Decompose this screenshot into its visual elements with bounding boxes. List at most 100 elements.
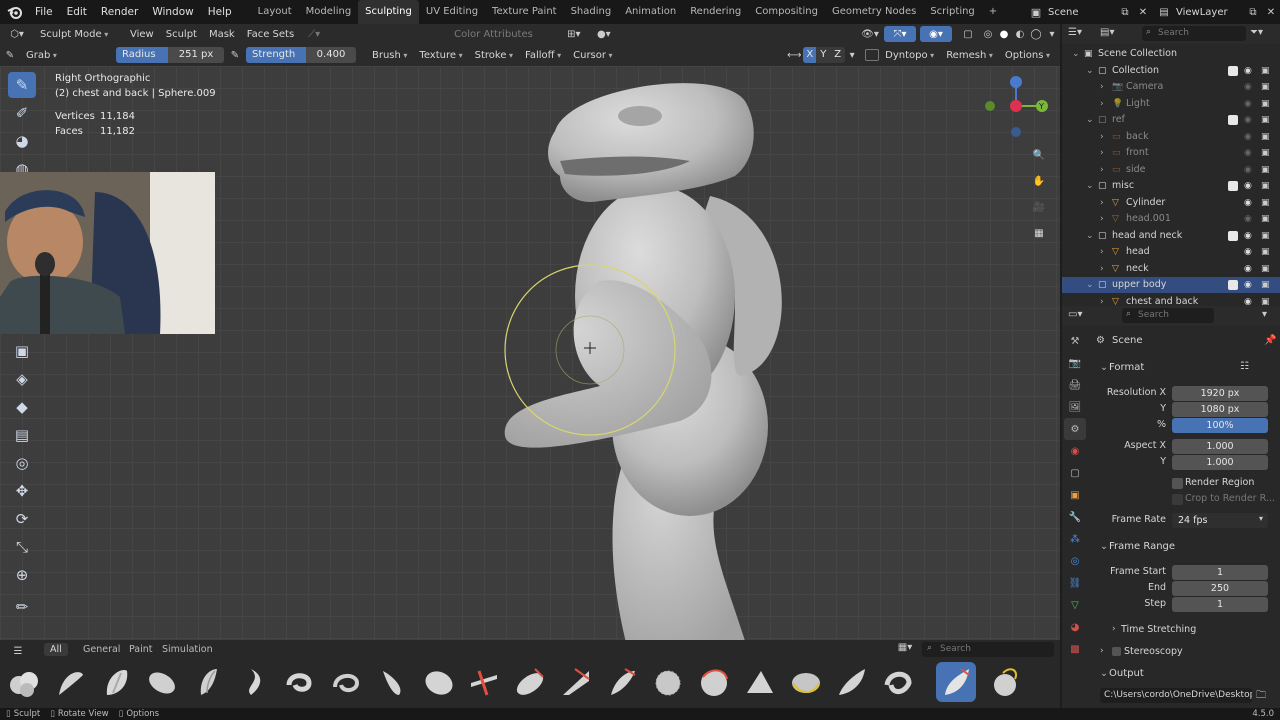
camera-view-icon[interactable]: 🎥 bbox=[1028, 196, 1050, 218]
tool-tab-icon[interactable]: ⚒ bbox=[1064, 330, 1086, 352]
xray-icon[interactable]: ▢ bbox=[956, 29, 980, 40]
render-visibility-icon[interactable]: ▣ bbox=[1261, 129, 1270, 145]
strength-label[interactable]: Strength bbox=[246, 47, 306, 63]
outliner-editor-icon[interactable]: ☰▾ bbox=[1068, 27, 1082, 38]
brush-nudge-icon[interactable] bbox=[832, 662, 872, 702]
scene-remove-icon[interactable]: ✕ bbox=[1134, 7, 1152, 18]
visibility-eye-icon[interactable]: ◉ bbox=[1244, 112, 1252, 128]
frame-end-field[interactable]: 250 bbox=[1172, 581, 1268, 596]
collection-include-checkbox[interactable] bbox=[1228, 165, 1238, 175]
frame-step-field[interactable]: 1 bbox=[1172, 597, 1268, 612]
shading-dropdown-icon[interactable]: ▾ bbox=[1044, 29, 1060, 40]
format-presets-icon[interactable]: ☷ bbox=[1240, 361, 1249, 372]
dyntopo-menu[interactable]: Dyntopo bbox=[879, 50, 940, 61]
rotate-tool-icon[interactable]: ⟳ bbox=[8, 506, 36, 532]
output-panel-header[interactable]: Output bbox=[1109, 668, 1144, 679]
tab-animation[interactable]: Animation bbox=[618, 0, 683, 24]
world-tab-icon[interactable]: ◉ bbox=[1064, 440, 1086, 462]
format-chevron-icon[interactable]: ⌄ bbox=[1100, 362, 1108, 373]
perspective-grid-icon[interactable]: ▦ bbox=[1028, 222, 1050, 244]
shelf-tab-simulation[interactable]: Simulation bbox=[162, 644, 213, 655]
expand-chevron-icon[interactable]: ⌄ bbox=[1086, 277, 1094, 293]
texture-menu[interactable]: Texture bbox=[413, 50, 468, 61]
frame-start-field[interactable]: 1 bbox=[1172, 565, 1268, 580]
scene-new-icon[interactable]: ⧉ bbox=[1116, 7, 1134, 18]
transform-tool-icon[interactable]: ⊕ bbox=[8, 562, 36, 588]
tab-modeling[interactable]: Modeling bbox=[299, 0, 359, 24]
overlays-icon[interactable]: ◉▾ bbox=[920, 26, 952, 42]
outliner-row[interactable]: ⌄ ▣ Scene Collection bbox=[1062, 46, 1280, 62]
brush-layer-icon[interactable] bbox=[694, 662, 734, 702]
visibility-eye-icon[interactable]: ◉ bbox=[1244, 228, 1252, 244]
collection-include-checkbox[interactable] bbox=[1228, 148, 1238, 158]
render-visibility-icon[interactable]: ▣ bbox=[1261, 162, 1270, 178]
brush-clay-strips-icon[interactable] bbox=[96, 662, 136, 702]
texture-tab-icon[interactable]: ▩ bbox=[1064, 638, 1086, 660]
brush-crease-icon[interactable] bbox=[188, 662, 228, 702]
brush-flatten-icon[interactable] bbox=[464, 662, 504, 702]
frame-range-chevron-icon[interactable]: ⌄ bbox=[1100, 541, 1108, 552]
aspect-x-field[interactable]: 1.000 bbox=[1172, 439, 1268, 454]
expand-chevron-icon[interactable]: ⌄ bbox=[1086, 63, 1094, 79]
render-visibility-icon[interactable]: ▣ bbox=[1261, 145, 1270, 161]
annotate-tool-icon[interactable]: ✏ bbox=[8, 594, 36, 620]
zoom-icon[interactable]: 🔍 bbox=[1028, 144, 1050, 166]
menu-face-sets[interactable]: Face Sets bbox=[241, 29, 300, 40]
expand-chevron-icon[interactable]: ⌄ bbox=[1086, 178, 1094, 194]
menu-mask[interactable]: Mask bbox=[203, 29, 241, 40]
link-icon[interactable]: ⟋▾ bbox=[300, 29, 328, 40]
render-region-checkbox[interactable] bbox=[1172, 478, 1183, 489]
shelf-menu-icon[interactable]: ☰ bbox=[10, 644, 26, 658]
render-visibility-icon[interactable]: ▣ bbox=[1261, 228, 1270, 244]
properties-editor-icon[interactable]: ▭▾ bbox=[1068, 309, 1082, 320]
resolution-y-field[interactable]: 1080 px bbox=[1172, 402, 1268, 417]
tab-scripting[interactable]: Scripting bbox=[923, 0, 981, 24]
shelf-search-input[interactable]: Search bbox=[922, 642, 1054, 657]
collection-include-checkbox[interactable] bbox=[1228, 198, 1238, 208]
menu-render[interactable]: Render bbox=[94, 6, 145, 18]
time-stretching-panel-header[interactable]: Time Stretching bbox=[1121, 624, 1196, 635]
brush-grab-2d-icon[interactable] bbox=[556, 662, 596, 702]
brush-clay-thumb-icon[interactable] bbox=[142, 662, 182, 702]
frame-rate-select[interactable]: 24 fps bbox=[1172, 513, 1268, 528]
data-tab-icon[interactable]: ▽ bbox=[1064, 594, 1086, 616]
render-visibility-icon[interactable]: ▣ bbox=[1261, 195, 1270, 211]
collection-include-checkbox[interactable] bbox=[1228, 247, 1238, 257]
brush-draw-icon[interactable] bbox=[280, 662, 320, 702]
symmetry-z-toggle[interactable]: Z bbox=[830, 47, 846, 63]
expand-chevron-icon[interactable]: › bbox=[1100, 211, 1104, 227]
stereoscopy-checkbox[interactable] bbox=[1112, 647, 1121, 656]
scene-icon[interactable]: ▣ bbox=[1024, 6, 1048, 19]
transform-pivot-icon[interactable]: ⊞▾ bbox=[559, 29, 589, 40]
viewlayer-icon[interactable]: ▤ bbox=[1152, 7, 1176, 18]
outliner-row[interactable]: ⌄ ▢ misc ◉ ▣ bbox=[1062, 178, 1280, 194]
tab-rendering[interactable]: Rendering bbox=[683, 0, 748, 24]
collection-include-checkbox[interactable] bbox=[1228, 214, 1238, 224]
tab-layout[interactable]: Layout bbox=[251, 0, 299, 24]
visibility-eye-icon[interactable]: ◉ bbox=[1244, 178, 1252, 194]
scene-tab-icon[interactable]: ⚙ bbox=[1064, 418, 1086, 440]
modifier-tab-icon[interactable]: 🔧 bbox=[1064, 506, 1086, 528]
brush-menu[interactable]: Brush bbox=[366, 50, 413, 61]
shelf-tab-all[interactable]: All bbox=[44, 643, 68, 656]
move-tool-icon[interactable]: ✥ bbox=[8, 478, 36, 504]
render-visibility-icon[interactable]: ▣ bbox=[1261, 211, 1270, 227]
output-path-input[interactable]: C:\Users\cordo\OneDrive\Desktop\ bbox=[1100, 688, 1252, 703]
gizmo-icon[interactable]: ⤧▾ bbox=[884, 26, 916, 42]
add-workspace-button[interactable]: + bbox=[982, 0, 1004, 24]
brush-mask-icon[interactable] bbox=[740, 662, 780, 702]
object-tab-icon[interactable]: ▣ bbox=[1064, 484, 1086, 506]
visibility-eye-icon[interactable]: ◉ bbox=[1244, 145, 1252, 161]
viewlayer-remove-icon[interactable]: ✕ bbox=[1262, 7, 1280, 18]
visibility-eye-icon[interactable]: ◉ bbox=[1244, 244, 1252, 260]
trim-tool-icon[interactable]: ▤ bbox=[8, 422, 36, 448]
resolution-x-field[interactable]: 1920 px bbox=[1172, 386, 1268, 401]
render-visibility-icon[interactable]: ▣ bbox=[1261, 178, 1270, 194]
menu-view[interactable]: View bbox=[124, 29, 160, 40]
stereoscopy-chevron-icon[interactable]: › bbox=[1100, 646, 1104, 656]
collection-include-checkbox[interactable] bbox=[1228, 181, 1238, 191]
scale-tool-icon[interactable]: ⤡ bbox=[8, 534, 36, 560]
shelf-tab-general[interactable]: General bbox=[83, 644, 120, 655]
render-visibility-icon[interactable]: ▣ bbox=[1261, 112, 1270, 128]
expand-chevron-icon[interactable]: › bbox=[1100, 145, 1104, 161]
